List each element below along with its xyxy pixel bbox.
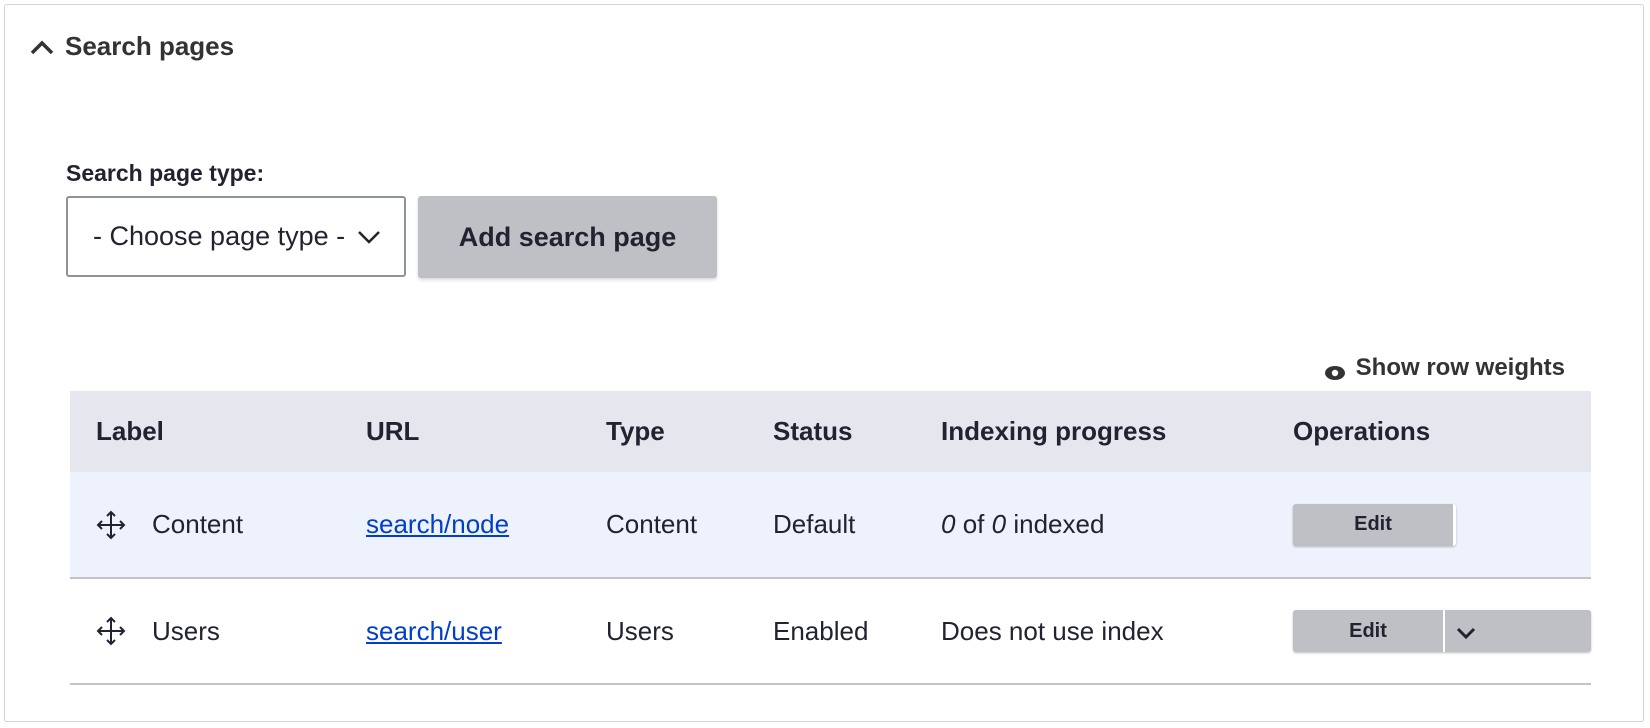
row-label: Content bbox=[152, 509, 244, 539]
url-link[interactable]: search/user bbox=[366, 616, 502, 646]
chevron-up-icon bbox=[27, 32, 57, 62]
operations-cell: Edit bbox=[1293, 578, 1591, 684]
operations-toggle-button[interactable] bbox=[1445, 610, 1487, 652]
add-search-page-button[interactable]: Add search page bbox=[418, 196, 717, 278]
progress-of: of bbox=[962, 509, 985, 539]
drag-handle-icon[interactable] bbox=[96, 616, 126, 646]
progress-suffix: indexed bbox=[1013, 509, 1105, 539]
label-cell: Users bbox=[70, 578, 366, 684]
status-cell: Enabled bbox=[773, 615, 869, 646]
section-toggle[interactable]: Search pages bbox=[27, 31, 234, 62]
chevron-down-icon bbox=[1456, 616, 1476, 647]
indexing-progress-cell: 0 of 0 indexed bbox=[941, 472, 1293, 578]
edit-button[interactable]: Edit bbox=[1293, 503, 1456, 546]
edit-button[interactable]: Edit bbox=[1293, 610, 1445, 652]
operations-cell: Edit bbox=[1293, 472, 1591, 578]
indexing-progress-cell: Does not use index bbox=[941, 615, 1164, 646]
header-indexing-progress: Indexing progress bbox=[941, 416, 1167, 446]
url-link[interactable]: search/node bbox=[366, 509, 509, 539]
label-cell: Content bbox=[70, 472, 366, 578]
url-cell: search/user bbox=[366, 578, 606, 684]
status-cell: Default bbox=[773, 509, 856, 539]
search-pages-table: Label URL Type Status Indexing progress … bbox=[70, 391, 1591, 685]
section-title: Search pages bbox=[65, 31, 235, 61]
header-type: Type bbox=[606, 416, 665, 446]
show-row-weights-label: Show row weights bbox=[1355, 354, 1565, 381]
total-count: 0 bbox=[991, 509, 1007, 539]
search-page-type-select[interactable]: - Choose page type - bbox=[66, 196, 406, 277]
table-row: Content search/node Content Default 0 of… bbox=[70, 472, 1591, 578]
search-page-type-label: Search page type: bbox=[66, 160, 265, 186]
drag-handle-icon[interactable] bbox=[96, 510, 126, 540]
eye-icon bbox=[1324, 360, 1346, 380]
search-pages-panel: Search pages Search page type: - Choose … bbox=[4, 4, 1644, 722]
type-cell: Content bbox=[606, 509, 698, 539]
type-cell: Users bbox=[606, 615, 674, 646]
operations-dropbutton: Edit bbox=[1293, 610, 1591, 652]
header-url: URL bbox=[366, 416, 420, 446]
header-status: Status bbox=[773, 416, 853, 446]
table-header-row: Label URL Type Status Indexing progress … bbox=[70, 391, 1591, 472]
header-label: Label bbox=[96, 416, 164, 446]
row-label: Users bbox=[152, 615, 220, 646]
header-operations: Operations bbox=[1293, 416, 1431, 446]
show-row-weights-button[interactable]: Show row weights bbox=[1324, 354, 1565, 382]
select-value: - Choose page type - bbox=[93, 221, 346, 251]
url-cell: search/node bbox=[366, 472, 606, 578]
table-row: Users search/user Users Enabled Does not… bbox=[70, 578, 1591, 684]
indexed-count: 0 bbox=[941, 509, 956, 539]
chevron-down-icon bbox=[356, 224, 382, 250]
